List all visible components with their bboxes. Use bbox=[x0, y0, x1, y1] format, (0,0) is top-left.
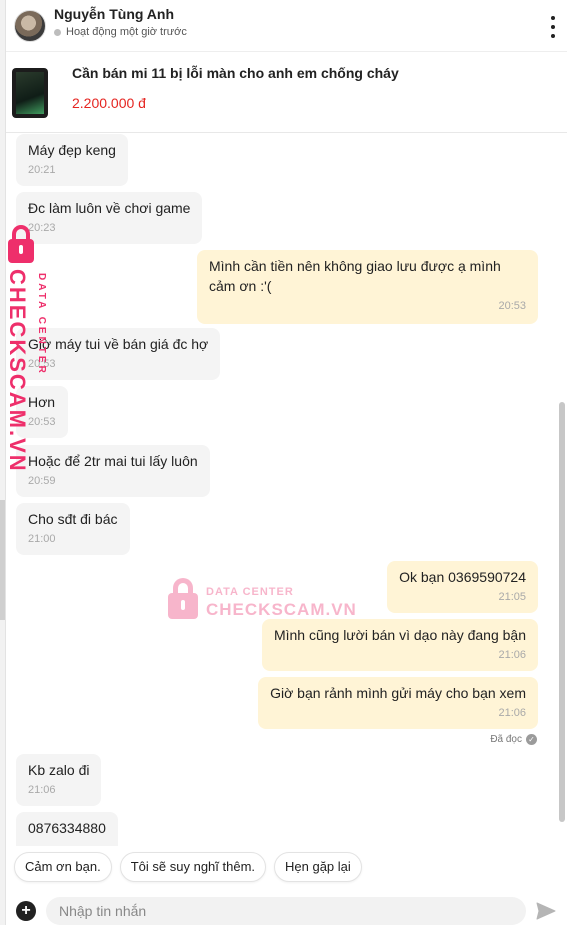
message-bubble[interactable]: Hoặc để 2tr mai tui lấy luôn 20:59 bbox=[16, 445, 210, 497]
read-receipt: Đã đọc ✓ bbox=[490, 734, 537, 745]
message-text: Hoặc để 2tr mai tui lấy luôn bbox=[28, 453, 198, 469]
message-time: 20:21 bbox=[28, 164, 56, 176]
message-bubble[interactable]: Mình cần tiền nên không giao lưu được ạ … bbox=[197, 250, 538, 324]
message-time: 20:53 bbox=[28, 358, 56, 370]
message-bubble[interactable]: Đc làm luôn về chơi game 20:23 bbox=[16, 192, 203, 244]
message-bubble[interactable]: Giờ bạn rảnh mình gửi máy cho bạn xem 21… bbox=[258, 677, 538, 729]
message-time: 21:06 bbox=[498, 707, 526, 719]
product-title[interactable]: Cần bán mi 11 bị lỗi màn cho anh em chốn… bbox=[72, 65, 399, 81]
message-text: Đc làm luôn về chơi game bbox=[28, 200, 191, 216]
message-text: Kb zalo đi bbox=[28, 762, 90, 778]
read-receipt-text: Đã đọc bbox=[490, 734, 522, 745]
message-bubble[interactable]: Mình cũng lười bán vì dạo này đang bận 2… bbox=[261, 619, 538, 671]
presence-status: Hoạt động một giờ trước bbox=[54, 26, 187, 38]
message-bubble[interactable]: Cho sđt đi bác 21:00 bbox=[16, 503, 130, 555]
avatar[interactable] bbox=[14, 10, 46, 42]
message-time: 20:59 bbox=[28, 475, 56, 487]
left-frame-marker bbox=[0, 500, 5, 620]
presence-text: Hoạt động một giờ trước bbox=[66, 26, 187, 38]
check-circle-icon: ✓ bbox=[526, 734, 537, 745]
message-time: 20:53 bbox=[28, 416, 56, 428]
message-bubble[interactable]: Giờ máy tui về bán giá đc hợ 20:53 bbox=[16, 328, 221, 380]
chat-header: Nguyễn Tùng Anh Hoạt động một giờ trước bbox=[6, 0, 567, 52]
send-icon[interactable] bbox=[536, 902, 556, 920]
message-text: Ok bạn 0369590724 bbox=[399, 569, 526, 585]
message-text: Mình cũng lười bán vì dạo này đang bận bbox=[273, 627, 526, 643]
message-bubble[interactable]: Ok bạn 0369590724 21:05 bbox=[387, 561, 538, 613]
message-time: 21:06 bbox=[28, 784, 56, 796]
message-bubble[interactable]: Kb zalo đi 21:06 bbox=[16, 754, 102, 806]
more-vertical-icon[interactable] bbox=[547, 16, 559, 38]
presence-dot-icon bbox=[54, 28, 61, 36]
message-text: Mình cần tiền nên không giao lưu được ạ … bbox=[209, 258, 501, 294]
message-bubble[interactable]: 0876334880 bbox=[16, 812, 118, 846]
message-bubble[interactable]: Máy đẹp keng 20:21 bbox=[16, 134, 128, 186]
product-price: 2.200.000 đ bbox=[72, 95, 146, 111]
scrollbar[interactable] bbox=[559, 402, 565, 822]
message-time: 21:05 bbox=[498, 591, 526, 603]
contact-name[interactable]: Nguyễn Tùng Anh bbox=[54, 6, 174, 22]
message-input[interactable] bbox=[46, 897, 526, 925]
message-bubble[interactable]: Hơn 20:53 bbox=[16, 386, 68, 438]
product-thumbnail[interactable] bbox=[12, 68, 48, 118]
message-time: 20:53 bbox=[498, 300, 526, 312]
quick-reply-chip[interactable]: Cảm ơn bạn. bbox=[14, 852, 112, 882]
message-text: Cho sđt đi bác bbox=[28, 511, 118, 527]
product-card[interactable]: Cần bán mi 11 bị lỗi màn cho anh em chốn… bbox=[6, 53, 567, 133]
quick-reply-chip[interactable]: Tôi sẽ suy nghĩ thêm. bbox=[119, 852, 267, 882]
message-time: 21:00 bbox=[28, 533, 56, 545]
message-text: 0876334880 bbox=[28, 820, 106, 836]
message-text: Máy đẹp keng bbox=[28, 142, 116, 158]
message-text: Giờ bạn rảnh mình gửi máy cho bạn xem bbox=[270, 685, 526, 701]
message-text: Hơn bbox=[28, 394, 56, 410]
message-composer: + bbox=[6, 890, 567, 925]
message-text: Giờ máy tui về bán giá đc hợ bbox=[28, 336, 209, 352]
message-time: 20:23 bbox=[28, 222, 56, 234]
plus-circle-icon[interactable]: + bbox=[16, 901, 36, 921]
message-time: 21:06 bbox=[498, 649, 526, 661]
quick-reply-chip[interactable]: Hẹn gặp lại bbox=[274, 852, 362, 882]
message-list[interactable]: Máy đẹp keng 20:21 Đc làm luôn về chơi g… bbox=[6, 134, 567, 846]
quick-replies: Cảm ơn bạn. Tôi sẽ suy nghĩ thêm. Hẹn gặ… bbox=[6, 852, 567, 884]
